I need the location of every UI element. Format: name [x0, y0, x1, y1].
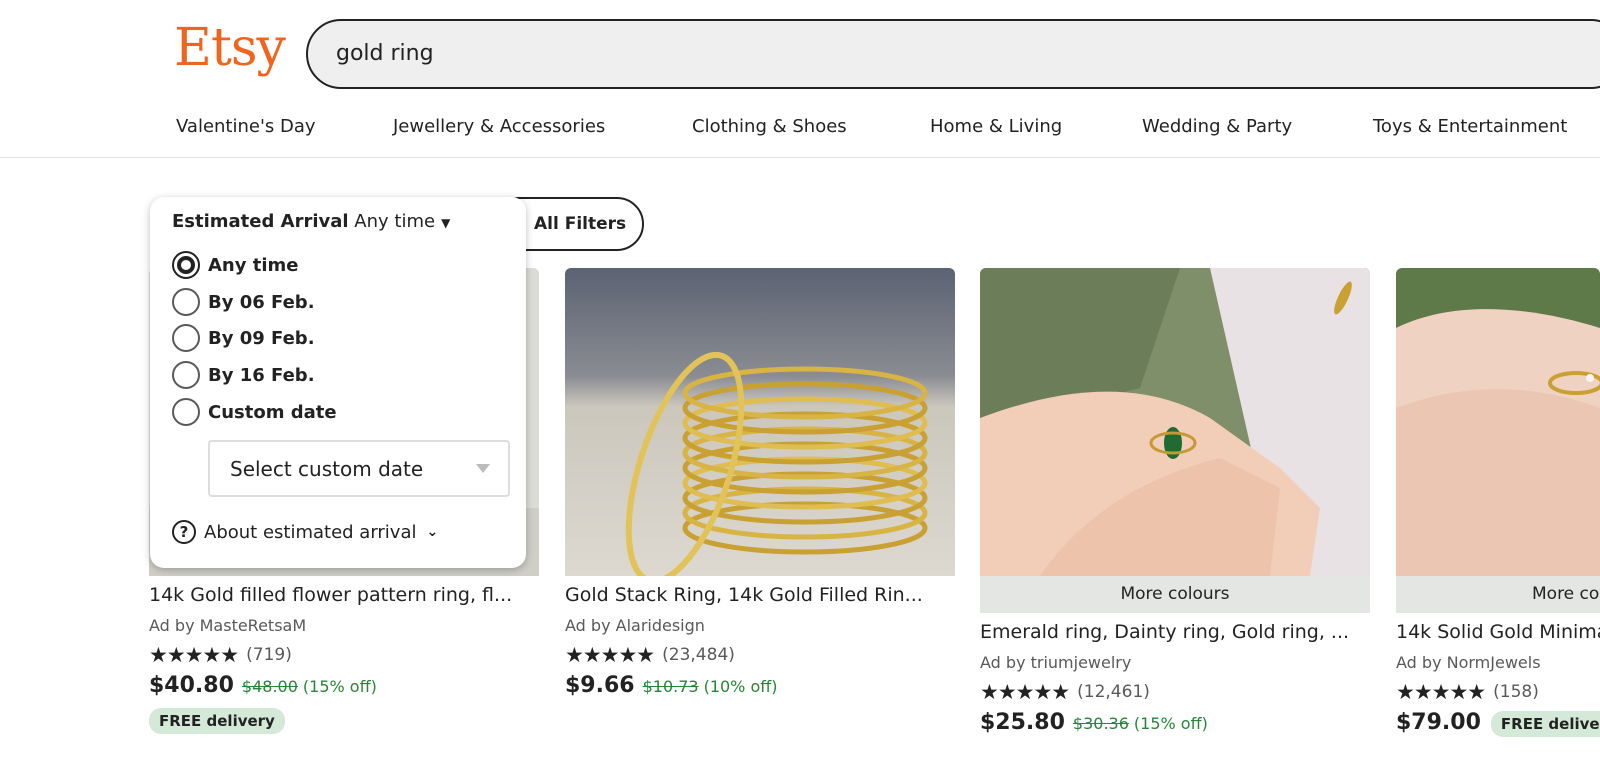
arrival-option-any-time[interactable]: Any time — [172, 251, 298, 279]
arrival-option-06-feb[interactable]: By 06 Feb. — [172, 288, 315, 316]
review-count: (12,461) — [1077, 682, 1150, 702]
about-estimated-arrival-label: About estimated arrival — [204, 521, 417, 543]
listing-card[interactable]: More colours 14k Solid Gold Minimalist R… — [1396, 268, 1600, 737]
radio-icon[interactable] — [172, 398, 200, 426]
listing-title[interactable]: 14k Solid Gold Minimalist Ring — [1396, 621, 1600, 643]
radio-icon[interactable] — [172, 288, 200, 316]
arrival-option-label: By 06 Feb. — [208, 291, 315, 313]
listing-rating: ★★★★★ (23,484) — [565, 643, 955, 667]
arrival-option-label: By 09 Feb. — [208, 327, 315, 349]
star-icons: ★★★★★ — [980, 680, 1070, 704]
chevron-down-icon: ⌄ — [426, 524, 439, 540]
discount-text: (15% off) — [302, 677, 377, 696]
arrival-option-16-feb[interactable]: By 16 Feb. — [172, 361, 315, 389]
current-price: $40.80 — [149, 673, 234, 698]
listing-seller: Ad by MasteRetsaM — [149, 616, 307, 635]
arrival-option-label: Any time — [208, 254, 299, 276]
nav-home-living[interactable]: Home & Living — [930, 116, 1062, 137]
listing-seller: Ad by NormJewels — [1396, 653, 1541, 672]
more-colours-bar[interactable]: More colours — [1396, 576, 1600, 613]
review-count: (158) — [1493, 682, 1539, 702]
listing-image[interactable] — [1396, 268, 1600, 576]
estimated-arrival-label: Estimated Arrival — [172, 211, 349, 232]
radio-icon[interactable] — [172, 324, 200, 352]
nav-wedding-party[interactable]: Wedding & Party — [1142, 116, 1292, 137]
current-price: $25.80 — [980, 710, 1065, 735]
custom-date-select[interactable]: Select custom date — [208, 440, 510, 497]
original-price: $30.36 — [1072, 714, 1129, 733]
current-price: $9.66 — [565, 673, 635, 698]
estimated-arrival-value: Any time — [354, 211, 436, 232]
nav-jewellery-accessories[interactable]: Jewellery & Accessories — [393, 116, 605, 137]
all-filters-label: All Filters — [534, 214, 627, 234]
more-colours-bar[interactable]: More colours — [980, 576, 1370, 613]
dropdown-triangle-icon — [476, 464, 490, 473]
category-nav: Valentine's Day Jewellery & Accessories … — [0, 100, 1600, 158]
current-price: $79.00 — [1396, 710, 1481, 735]
custom-date-placeholder: Select custom date — [230, 457, 424, 481]
discount-text: (10% off) — [703, 677, 778, 696]
search-input[interactable] — [336, 41, 1536, 66]
listing-image[interactable] — [565, 268, 955, 576]
arrival-option-label: By 16 Feb. — [208, 364, 315, 386]
arrival-option-custom-date[interactable]: Custom date — [172, 398, 337, 426]
listing-seller: Ad by Alaridesign — [565, 616, 705, 635]
star-icons: ★★★★★ — [1396, 680, 1486, 704]
discount-text: (15% off) — [1133, 714, 1208, 733]
listing-seller: Ad by triumjewelry — [980, 653, 1132, 672]
listing-card[interactable]: More colours Emerald ring, Dainty ring, … — [980, 268, 1370, 735]
star-icons: ★★★★★ — [149, 643, 239, 667]
arrival-option-label: Custom date — [208, 401, 337, 423]
radio-selected-icon[interactable] — [172, 251, 200, 279]
nav-toys-entertainment[interactable]: Toys & Entertainment — [1373, 116, 1567, 137]
listing-title[interactable]: 14k Gold filled flower pattern ring, fl.… — [149, 584, 534, 606]
listing-title[interactable]: Emerald ring, Dainty ring, Gold ring, ..… — [980, 621, 1365, 643]
listing-price: $9.66 $10.73 (10% off) — [565, 673, 955, 698]
free-delivery-badge: FREE delivery — [149, 708, 285, 734]
listing-title[interactable]: Gold Stack Ring, 14k Gold Filled Rin... — [565, 584, 950, 606]
radio-icon[interactable] — [172, 361, 200, 389]
listing-rating: ★★★★★ (12,461) — [980, 680, 1370, 704]
etsy-logo[interactable]: Etsy — [174, 22, 286, 74]
listing-rating: ★★★★★ (158) — [1396, 680, 1600, 704]
caret-down-icon: ▼ — [441, 216, 451, 230]
star-icons: ★★★★★ — [565, 643, 655, 667]
free-delivery-badge: FREE delivery — [1490, 711, 1600, 737]
search-bar[interactable] — [306, 19, 1600, 89]
nav-clothing-shoes[interactable]: Clothing & Shoes — [692, 116, 847, 137]
original-price: $10.73 — [642, 677, 699, 696]
review-count: (23,484) — [662, 645, 735, 665]
arrival-option-09-feb[interactable]: By 09 Feb. — [172, 324, 315, 352]
listing-price: $79.00 FREE delivery — [1396, 710, 1600, 737]
listing-card[interactable]: Gold Stack Ring, 14k Gold Filled Rin... … — [565, 268, 955, 698]
listing-price: $25.80 $30.36 (15% off) — [980, 710, 1370, 735]
estimated-arrival-panel: Estimated Arrival Any time ▼ Any time By … — [150, 197, 526, 568]
listing-rating: ★★★★★ (719) — [149, 643, 539, 667]
question-circle-icon: ? — [172, 520, 196, 544]
original-price: $48.00 — [241, 677, 298, 696]
estimated-arrival-toggle[interactable]: Estimated Arrival Any time ▼ — [172, 211, 450, 232]
about-estimated-arrival-toggle[interactable]: ? About estimated arrival ⌄ — [172, 520, 438, 544]
listing-price: $40.80 $48.00 (15% off) — [149, 673, 539, 698]
listing-image[interactable] — [980, 268, 1370, 576]
review-count: (719) — [246, 645, 292, 665]
nav-valentines-day[interactable]: Valentine's Day — [176, 116, 316, 137]
